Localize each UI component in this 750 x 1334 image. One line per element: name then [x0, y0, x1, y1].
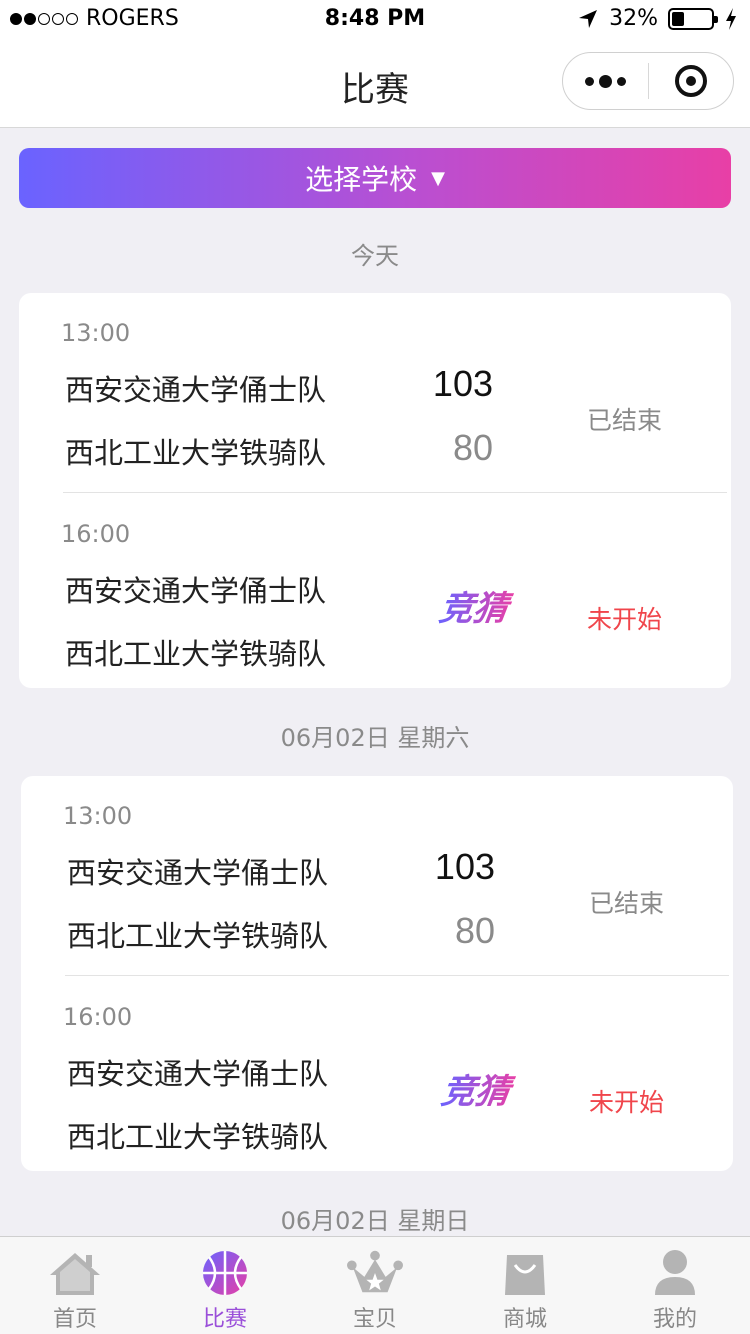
match-time: 16:00: [63, 1003, 133, 1031]
target-icon: [674, 65, 707, 97]
date-header: 06月02日 星期日: [280, 1207, 470, 1235]
team-b-score: 80: [454, 910, 495, 951]
tab-bar: 首页 比赛 宝贝 商城 我的: [0, 1236, 750, 1334]
tab-label: 比赛: [202, 1307, 247, 1332]
match-status: 未开始: [587, 605, 663, 634]
divider: [63, 492, 727, 493]
navigation-bar: 比赛: [0, 40, 750, 128]
team-a-name: 西安交通大学俑士队: [67, 856, 329, 890]
user-icon: [647, 1247, 703, 1299]
match-time: 13:00: [63, 802, 133, 830]
divider: [65, 975, 729, 976]
tab-match[interactable]: 比赛: [150, 1237, 300, 1334]
location-arrow-icon: [579, 9, 598, 28]
caret-down-icon: ▼: [431, 167, 445, 189]
team-a-name: 西安交通大学俑士队: [65, 574, 327, 608]
charging-bolt-icon: [726, 7, 736, 30]
team-b-score: 80: [452, 427, 493, 468]
tab-label: 宝贝: [352, 1307, 397, 1332]
basketball-icon: [197, 1247, 253, 1299]
date-header: 今天: [351, 242, 399, 270]
match-time: 13:00: [61, 319, 131, 347]
select-school-label: 选择学校: [305, 163, 418, 196]
battery-percent: 32%: [609, 6, 658, 31]
team-a-name: 西安交通大学俑士队: [65, 373, 327, 407]
match-row[interactable]: 13:00 西安交通大学俑士队 西北工业大学铁骑队 103 80 已结束: [19, 293, 731, 489]
match-status: 未开始: [589, 1088, 665, 1117]
match-card: 13:00 西安交通大学俑士队 西北工业大学铁骑队 103 80 已结束 16:…: [19, 293, 731, 688]
tab-label: 首页: [52, 1307, 97, 1332]
team-a-score: 103: [432, 363, 493, 404]
crown-icon: [347, 1247, 403, 1299]
match-time: 16:00: [61, 520, 131, 548]
home-icon: [47, 1247, 103, 1299]
more-options-button[interactable]: [563, 74, 648, 88]
tab-mall[interactable]: 商城: [450, 1237, 600, 1334]
select-school-button[interactable]: 选择学校 ▼: [19, 148, 731, 208]
team-a-name: 西安交通大学俑士队: [67, 1057, 329, 1091]
team-b-name: 西北工业大学铁骑队: [65, 637, 327, 671]
match-status: 已结束: [589, 889, 665, 918]
tab-mine[interactable]: 我的: [600, 1237, 750, 1334]
match-row[interactable]: 16:00 西安交通大学俑士队 西北工业大学铁骑队 竞猜 未开始: [21, 977, 733, 1173]
match-row[interactable]: 16:00 西安交通大学俑士队 西北工业大学铁骑队 竞猜 未开始: [19, 494, 731, 690]
team-b-name: 西北工业大学铁骑队: [65, 436, 327, 470]
shopping-bag-icon: [497, 1247, 553, 1299]
tab-home[interactable]: 首页: [0, 1237, 150, 1334]
match-status: 已结束: [587, 406, 663, 435]
tab-label: 我的: [652, 1307, 697, 1332]
team-b-name: 西北工业大学铁骑队: [67, 919, 329, 953]
close-miniprogram-button[interactable]: [649, 65, 734, 97]
guess-label: 竞猜: [439, 1072, 517, 1112]
date-header: 06月02日 星期六: [280, 724, 470, 752]
match-row[interactable]: 13:00 西安交通大学俑士队 西北工业大学铁骑队 103 80 已结束: [21, 776, 733, 972]
tab-label: 商城: [502, 1307, 547, 1332]
tab-treasure[interactable]: 宝贝: [300, 1237, 450, 1334]
miniprogram-capsule: [562, 52, 734, 110]
guess-label: 竞猜: [437, 589, 515, 629]
team-a-score: 103: [434, 846, 495, 887]
guess-button[interactable]: 竞猜: [429, 1067, 529, 1117]
status-bar: ROGERS 8:48 PM 32%: [0, 0, 750, 40]
battery-icon: [668, 7, 718, 30]
match-card: 13:00 西安交通大学俑士队 西北工业大学铁骑队 103 80 已结束 16:…: [21, 776, 733, 1171]
team-b-name: 西北工业大学铁骑队: [67, 1120, 329, 1154]
guess-button[interactable]: 竞猜: [427, 584, 527, 634]
